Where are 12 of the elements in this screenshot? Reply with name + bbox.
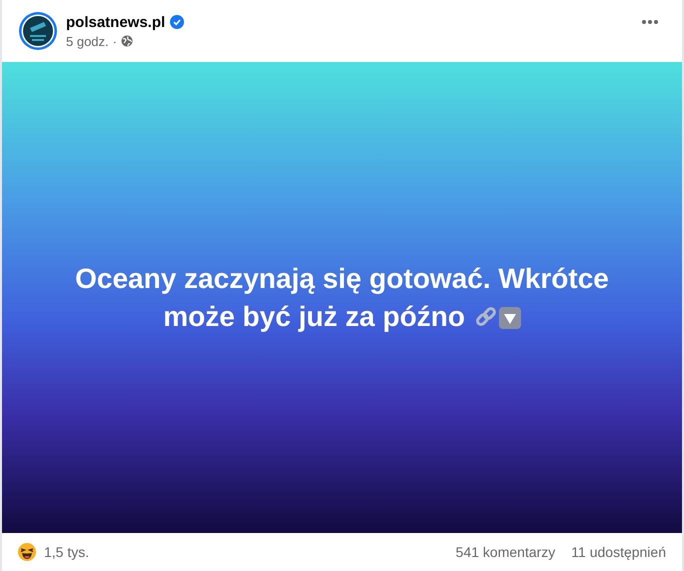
separator: · — [112, 34, 117, 48]
comment-count[interactable]: 541 komentarzy — [456, 544, 556, 560]
laughing-emoji-icon[interactable] — [18, 543, 36, 561]
avatar[interactable] — [18, 11, 58, 51]
author-name[interactable]: polsatnews.pl — [66, 14, 166, 30]
share-count[interactable]: 11 udostępnień — [571, 544, 666, 560]
more-icon — [642, 20, 658, 24]
post-time[interactable]: 5 godz. — [66, 34, 109, 48]
globe-icon[interactable] — [121, 35, 133, 47]
headline: Oceany zaczynają się gotować. Wkrótce może być już za późno — [74, 262, 610, 334]
reaction-count[interactable]: 1,5 tys. — [44, 544, 90, 560]
link-icon — [474, 306, 497, 328]
